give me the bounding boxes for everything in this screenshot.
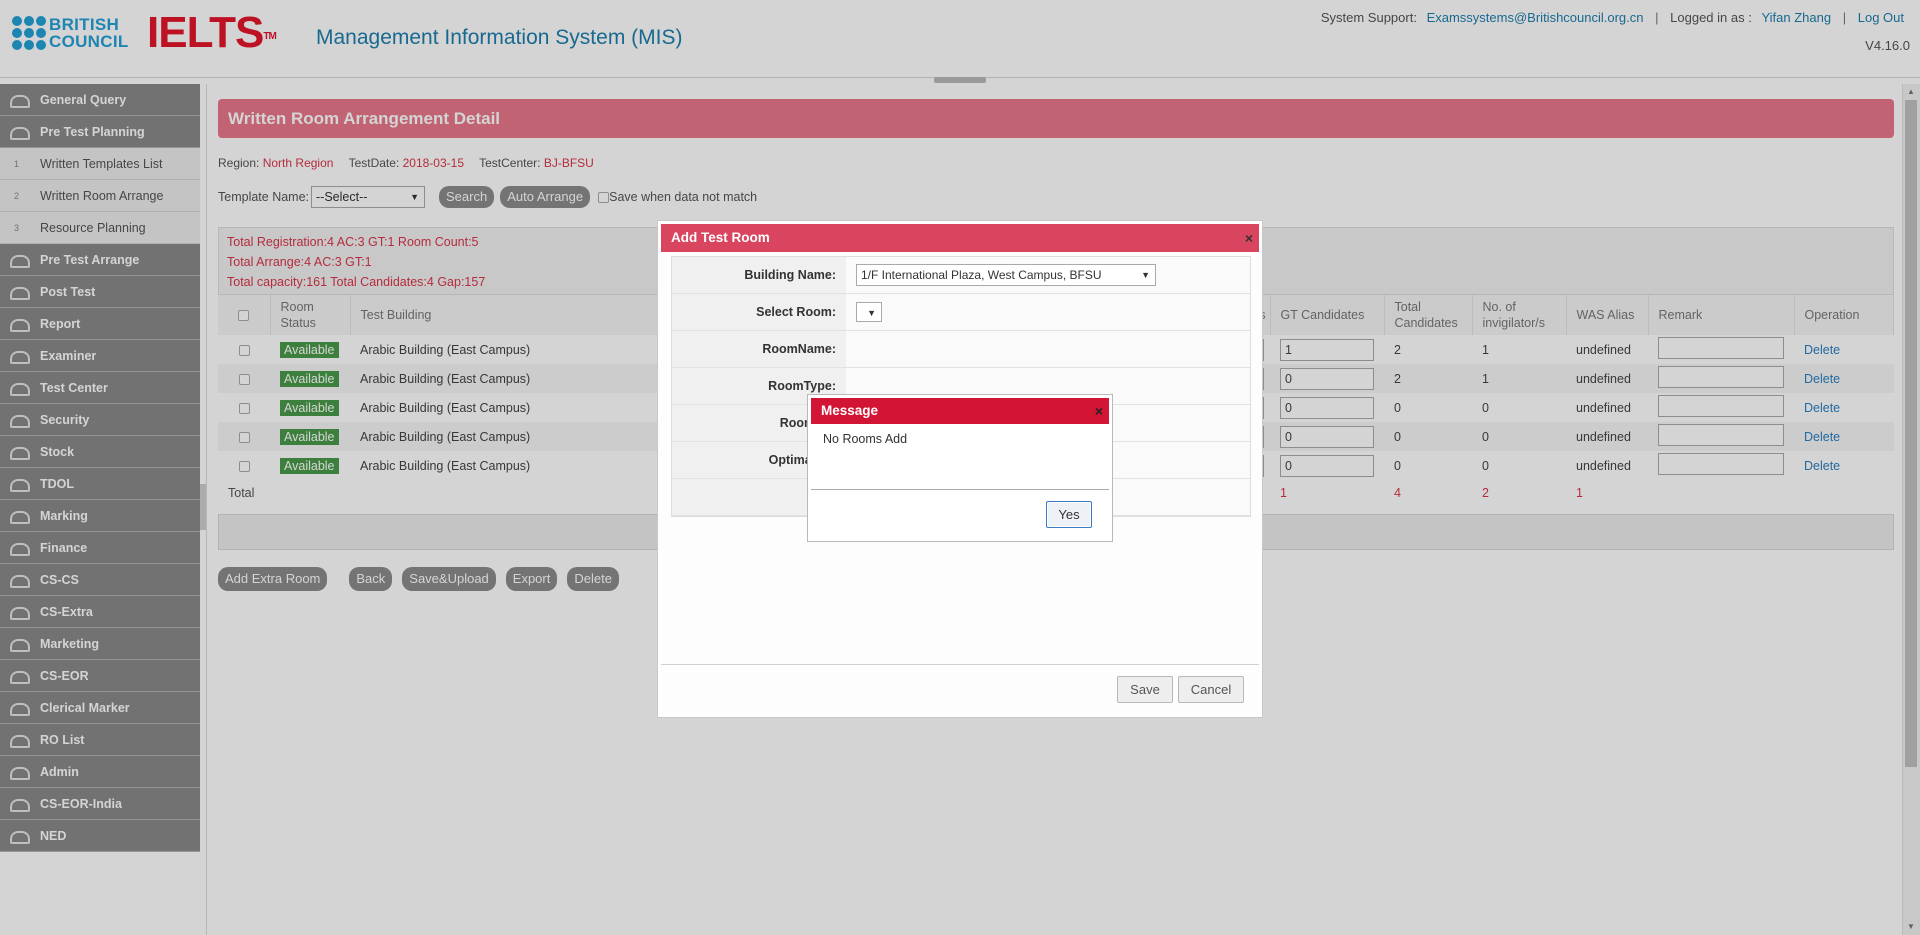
room-name-value (846, 331, 1250, 367)
message-title-bar: Message × (811, 398, 1109, 424)
chevron-down-icon: ▼ (867, 308, 876, 318)
message-text: No Rooms Add (823, 432, 908, 446)
message-dialog: Message × No Rooms Add Yes (807, 394, 1113, 542)
close-icon[interactable]: × (1095, 398, 1103, 424)
select-room-label: Select Room: (672, 294, 846, 330)
close-icon[interactable]: × (1245, 224, 1253, 252)
dialog-cancel-button[interactable]: Cancel (1178, 676, 1244, 703)
building-name-select[interactable]: 1/F International Plaza, West Campus, BF… (856, 264, 1156, 286)
dialog-save-button[interactable]: Save (1117, 676, 1173, 703)
building-name-value: 1/F International Plaza, West Campus, BF… (861, 268, 1102, 282)
dialog-divider (661, 664, 1259, 665)
room-name-label: RoomName: (672, 331, 846, 367)
yes-button[interactable]: Yes (1046, 501, 1092, 528)
dialog-title: Add Test Room (671, 230, 770, 245)
building-name-label: Building Name: (672, 257, 846, 293)
select-room-select[interactable]: ▼ (856, 302, 882, 322)
message-title: Message (821, 403, 879, 418)
message-divider (811, 489, 1109, 490)
dialog-title-bar: Add Test Room × (661, 224, 1259, 252)
chevron-down-icon: ▼ (1141, 270, 1150, 280)
